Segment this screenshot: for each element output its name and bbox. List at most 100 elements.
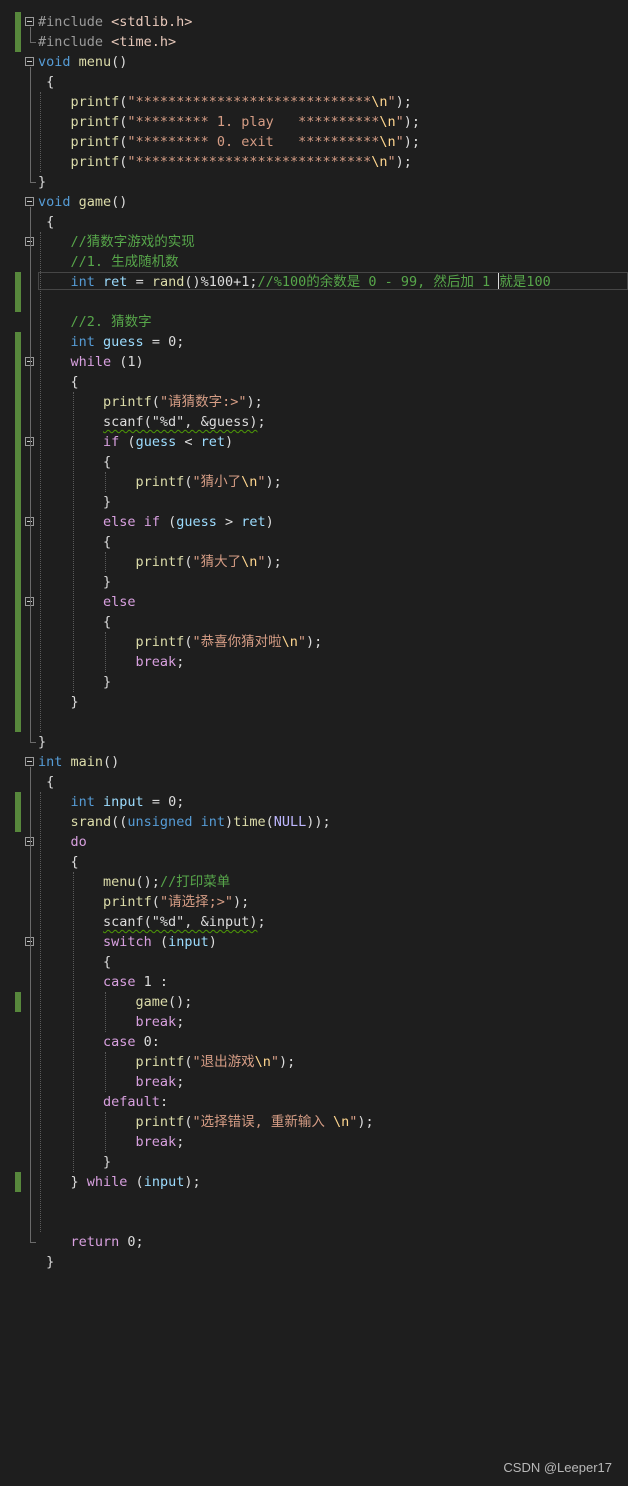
code-line[interactable]: #include <time.h> xyxy=(0,32,628,52)
code-token: \n xyxy=(281,634,298,650)
code-line[interactable]: printf("*****************************\n"… xyxy=(0,92,628,112)
code-line[interactable]: { xyxy=(0,532,628,552)
code-line[interactable]: } xyxy=(0,692,628,712)
code-editor[interactable]: #include <stdlib.h> #include <time.h> void… xyxy=(0,0,628,1290)
code-line[interactable]: printf("********* 1. play **********\n")… xyxy=(0,112,628,132)
code-line[interactable]: case 1 : xyxy=(0,972,628,992)
code-line[interactable]: game(); xyxy=(0,992,628,1012)
code-line[interactable]: { xyxy=(0,612,628,632)
code-token: menu xyxy=(78,54,112,70)
code-line[interactable]: { xyxy=(0,852,628,872)
code-line[interactable] xyxy=(0,292,628,312)
code-line[interactable]: break; xyxy=(0,1132,628,1152)
code-line[interactable]: printf("恭喜你猜对啦\n"); xyxy=(0,632,628,652)
code-line[interactable]: int guess = 0; xyxy=(0,332,628,352)
code-line[interactable]: menu();//打印菜单 xyxy=(0,872,628,892)
code-line[interactable]: } while (input); xyxy=(0,1172,628,1192)
code-token: } xyxy=(38,734,47,750)
code-line[interactable]: printf("请猜数字:>"); xyxy=(0,392,628,412)
indent-guide xyxy=(40,792,42,1232)
code-token: " xyxy=(257,554,266,570)
code-token: \n xyxy=(371,154,388,170)
code-text: printf("退出游戏\n"); xyxy=(38,1052,296,1072)
change-marker xyxy=(15,372,21,392)
code-text: } xyxy=(38,172,46,192)
code-line[interactable]: srand((unsigned int)time(NULL)); xyxy=(0,812,628,832)
code-line[interactable]: } xyxy=(0,1252,628,1272)
code-line[interactable]: //猜数字游戏的实现 xyxy=(0,232,628,252)
code-line[interactable]: int input = 0; xyxy=(0,792,628,812)
code-line[interactable]: int main() xyxy=(0,752,628,772)
collapse-icon[interactable] xyxy=(25,757,34,766)
code-line[interactable]: } xyxy=(0,572,628,592)
code-line[interactable]: while (1) xyxy=(0,352,628,372)
code-line[interactable]: scanf("%d", &input); xyxy=(0,912,628,932)
code-line[interactable] xyxy=(0,1192,628,1212)
code-line[interactable]: #include <stdlib.h> xyxy=(0,12,628,32)
code-line[interactable]: } xyxy=(0,672,628,692)
code-token: printf xyxy=(38,134,120,150)
change-marker xyxy=(15,592,21,612)
code-line[interactable]: printf("退出游戏\n"); xyxy=(0,1052,628,1072)
code-line[interactable]: printf("猜小了\n"); xyxy=(0,472,628,492)
code-line[interactable]: printf("选择错误, 重新输入 \n"); xyxy=(0,1112,628,1132)
code-line[interactable]: { xyxy=(0,212,628,232)
code-line[interactable]: printf("********* 0. exit **********\n")… xyxy=(0,132,628,152)
code-token: #include xyxy=(38,14,112,30)
code-line[interactable]: if (guess < ret) xyxy=(0,432,628,452)
code-line[interactable]: break; xyxy=(0,652,628,672)
collapse-icon[interactable] xyxy=(25,57,34,66)
code-line[interactable]: //1. 生成随机数 xyxy=(0,252,628,272)
code-line[interactable]: default: xyxy=(0,1092,628,1112)
code-token: ) xyxy=(265,514,274,530)
indent-guide xyxy=(105,1052,107,1092)
code-line[interactable]: break; xyxy=(0,1072,628,1092)
code-line[interactable] xyxy=(0,712,628,732)
code-line[interactable]: case 0: xyxy=(0,1032,628,1052)
code-line[interactable]: { xyxy=(0,72,628,92)
code-line[interactable]: printf("猜大了\n"); xyxy=(0,552,628,572)
code-line[interactable]: { xyxy=(0,372,628,392)
code-line[interactable]: { xyxy=(0,772,628,792)
code-text: } xyxy=(38,692,79,712)
code-line[interactable]: { xyxy=(0,452,628,472)
code-line[interactable]: else xyxy=(0,592,628,612)
code-line[interactable]: return 0; xyxy=(0,1232,628,1252)
code-token: do xyxy=(70,834,87,850)
code-text: printf("猜小了\n"); xyxy=(38,472,282,492)
collapse-icon[interactable] xyxy=(25,197,34,206)
code-token: break xyxy=(135,1014,177,1030)
code-line[interactable]: int ret = rand()%100+1;//%100的余数是 0 - 99… xyxy=(0,272,628,292)
code-text: } while (input); xyxy=(38,1172,201,1192)
code-line[interactable]: break; xyxy=(0,1012,628,1032)
code-line[interactable]: switch (input) xyxy=(0,932,628,952)
code-line[interactable]: printf("*****************************\n"… xyxy=(0,152,628,172)
code-token: printf xyxy=(38,474,185,490)
code-token: ) xyxy=(224,434,234,450)
collapse-icon[interactable] xyxy=(25,17,34,26)
code-text: int main() xyxy=(38,752,119,772)
code-line[interactable] xyxy=(0,1212,628,1232)
code-line[interactable]: do xyxy=(0,832,628,852)
code-line[interactable]: void game() xyxy=(0,192,628,212)
code-line[interactable]: scanf("%d", &guess); xyxy=(0,412,628,432)
code-line[interactable]: printf("请选择;>"); xyxy=(0,892,628,912)
code-token: \n xyxy=(379,114,396,130)
code-line[interactable]: //2. 猜数字 xyxy=(0,312,628,332)
code-token: } xyxy=(38,674,112,690)
code-line[interactable]: void menu() xyxy=(0,52,628,72)
code-text: } xyxy=(38,1252,54,1272)
code-line[interactable]: else if (guess > ret) xyxy=(0,512,628,532)
code-token: ; xyxy=(176,1134,185,1150)
code-line[interactable]: } xyxy=(0,172,628,192)
code-line[interactable]: } xyxy=(0,732,628,752)
code-line[interactable]: } xyxy=(0,1152,628,1172)
indent-guide xyxy=(40,92,42,172)
code-line[interactable]: { xyxy=(0,952,628,972)
code-line[interactable]: } xyxy=(0,492,628,512)
